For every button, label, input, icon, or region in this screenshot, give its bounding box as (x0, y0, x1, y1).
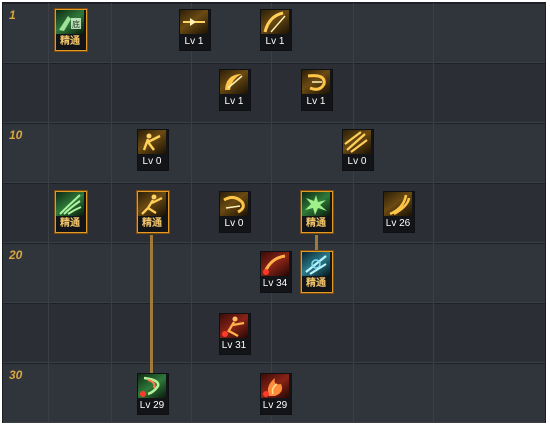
red-slash-icon (263, 254, 286, 275)
skill-level: Lv 1 (220, 95, 248, 108)
skill-level: Lv 0 (138, 155, 166, 168)
skill-slot[interactable]: Lv 1 (179, 9, 211, 51)
whirl-slash-icon (307, 74, 326, 91)
column-divider (48, 3, 49, 422)
red-dash-icon (222, 316, 245, 338)
skill-level: 精通 (302, 277, 330, 290)
green-burst-icon (305, 195, 327, 215)
sword-thrust-icon (183, 18, 205, 26)
skill-level: Lv 1 (261, 35, 289, 48)
tier-label: 1 (9, 8, 16, 22)
skill-level: Lv 0 (343, 155, 371, 168)
skill-level: Lv 1 (302, 95, 330, 108)
tier-row (3, 63, 545, 123)
green-tornado-icon (140, 376, 160, 397)
skill-level: Lv 34 (261, 277, 289, 290)
skill-level: Lv 29 (261, 399, 289, 412)
skill-level: Lv 0 (220, 217, 248, 230)
skill-slot[interactable]: Lv 34 (260, 251, 292, 293)
tier-row (3, 303, 545, 363)
column-divider (353, 3, 354, 422)
column-divider (433, 3, 434, 422)
skill-tree: 1 10 20 30 底 精通 Lv 1 Lv 1 Lv 1 Lv 1 Lv 0… (2, 2, 546, 423)
cyan-slash-icon (305, 255, 327, 275)
skill-slot[interactable]: 精通 (301, 191, 333, 233)
skill-slot[interactable]: Lv 0 (137, 129, 169, 171)
skill-level: Lv 1 (180, 35, 208, 48)
tier-row: 10 (3, 123, 545, 183)
skill-slot[interactable]: Lv 1 (260, 9, 292, 51)
prerequisite-line (150, 235, 153, 375)
skill-level: 精通 (56, 35, 84, 48)
skill-slot[interactable]: 精通 (301, 251, 333, 293)
skill-slot[interactable]: Lv 29 (137, 373, 169, 415)
lunge-icon (142, 133, 161, 151)
skill-level: 精通 (56, 217, 84, 230)
skill-slot[interactable]: 精通 (55, 191, 87, 233)
column-divider (111, 3, 112, 422)
wave-slash-icon (389, 194, 411, 216)
skill-level: Lv 29 (138, 399, 166, 412)
crescent-slash-icon (225, 74, 243, 90)
green-claw-icon (59, 194, 82, 215)
sword-slash-icon (263, 11, 286, 33)
base-skill-icon: 底 (59, 16, 81, 31)
skill-slot[interactable]: Lv 0 (219, 191, 251, 233)
column-divider (191, 3, 192, 422)
skill-level: 精通 (138, 217, 166, 230)
red-flame-icon (263, 378, 283, 397)
column-divider (271, 3, 272, 422)
triple-blade-icon (344, 131, 368, 153)
skill-slot[interactable]: Lv 31 (219, 313, 251, 355)
skill-slot[interactable]: Lv 26 (383, 191, 415, 233)
skill-level: Lv 26 (384, 217, 412, 230)
skill-level: Lv 31 (220, 339, 248, 352)
svg-text:底: 底 (72, 19, 80, 29)
skill-slot[interactable]: Lv 0 (342, 129, 374, 171)
tier-label: 30 (9, 368, 23, 382)
leap-strike-icon (141, 194, 163, 215)
skill-level: 精通 (302, 217, 330, 230)
spin-slash-icon (223, 195, 245, 214)
tier-label: 20 (9, 248, 23, 262)
skill-slot[interactable]: Lv 29 (260, 373, 292, 415)
skill-slot[interactable]: 底 精通 (55, 9, 87, 51)
prerequisite-line (315, 235, 318, 251)
tier-label: 10 (9, 128, 23, 142)
skill-slot[interactable]: Lv 1 (219, 69, 251, 111)
skill-slot[interactable]: 精通 (137, 191, 169, 233)
skill-slot[interactable]: Lv 1 (301, 69, 333, 111)
